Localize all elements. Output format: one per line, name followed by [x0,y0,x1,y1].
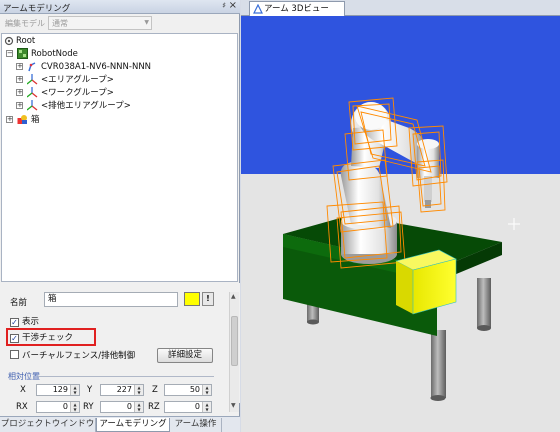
z-label: Z [152,385,158,395]
document-tab-bar: アーム 3Dビュー [241,0,560,16]
tree-item-label: Root [16,36,36,46]
expand-icon[interactable]: + [6,116,13,123]
scroll-down-icon[interactable]: ▼ [231,402,236,409]
y-value: 227 [116,385,132,394]
axes-icon [27,87,38,98]
spinner-icon[interactable]: ▲ ▼ [202,402,211,412]
y-label: Y [87,385,93,395]
section-divider [38,376,214,377]
name-label: 名前 [10,298,28,308]
name-field[interactable]: 箱 [44,292,178,307]
properties-scrollbar[interactable]: ▲ ▼ [229,292,239,412]
rz-label: RZ [148,402,160,412]
ry-value: 0 [126,402,132,411]
chevron-down-icon: ▼ [144,19,149,26]
y-field[interactable]: 227 ▲ ▼ [100,384,144,396]
tree-item-label: RobotNode [31,49,78,59]
spinner-icon[interactable]: ▲ ▼ [202,385,211,395]
rz-field[interactable]: 0 ▲ ▼ [164,401,212,413]
robot-arm-icon [28,62,36,72]
x-label: X [20,385,26,395]
display-checkbox[interactable]: ✓ [10,318,19,327]
tree-item-label: <ワークグループ> [41,88,114,98]
panel-title-bar: アームモデリング ♯ × [0,0,240,14]
viewport-3d[interactable] [241,16,560,432]
rz-value: 0 [194,402,200,411]
spinner-icon[interactable]: ▲ ▼ [134,402,143,412]
virtual-fence-checkbox[interactable] [10,350,19,359]
x-value: 129 [52,385,68,394]
color-swatch[interactable] [184,292,200,306]
tree-item-label: <エリアグループ> [41,75,114,85]
tab-arm-3d-view[interactable]: アーム 3Dビュー [249,1,345,16]
virtual-fence-label: バーチャルフェンス/排他制御 [22,351,136,361]
detail-settings-button[interactable]: 詳細設定 [157,348,213,363]
collapse-icon[interactable]: − [6,50,13,57]
ry-label: RY [83,402,94,412]
expand-icon[interactable]: + [16,63,23,70]
interference-checkbox-row[interactable]: ✓ 干渉チェック [10,332,73,344]
rx-label: RX [16,402,28,412]
z-field[interactable]: 50 ▲ ▼ [164,384,212,396]
edit-model-value: 通常 [52,19,68,28]
x-field[interactable]: 129 ▲ ▼ [36,384,80,396]
scroll-thumb[interactable] [231,316,238,366]
edit-model-label: 編集モデル [5,19,45,28]
tab-arm-operation[interactable]: アーム操作 [170,418,222,432]
interference-label: 干渉チェック [22,333,74,343]
yellow-box [395,249,457,315]
axes-icon [27,100,38,111]
tab-project-window[interactable]: プロジェクトウインドウ [0,418,96,432]
exclamation-button[interactable]: ! [202,292,214,306]
rx-value: 0 [62,402,68,411]
rx-field[interactable]: 0 ▲ ▼ [36,401,80,413]
model-tree[interactable]: Root − RobotNode + CVR038A1-NV6-NNN-NNN … [1,33,238,282]
virtual-fence-checkbox-row[interactable]: バーチャルフェンス/排他制御 [10,350,135,362]
display-label: 表示 [22,317,40,327]
tree-item-label: CVR038A1-NV6-NNN-NNN [41,62,152,72]
bottom-tab-bar: プロジェクトウインドウ アームモデリング アーム操作 [0,416,240,432]
scroll-up-icon[interactable]: ▲ [231,293,236,300]
edit-model-select[interactable]: 通常 ▼ [48,16,152,30]
z-value: 50 [189,385,200,394]
tab-arm-3d-view-label: アーム 3Dビュー [264,4,329,14]
interference-checkbox[interactable]: ✓ [10,334,19,343]
expand-icon[interactable]: + [16,89,23,96]
arm-modeling-panel: アームモデリング ♯ × 編集モデル 通常 ▼ Root − RobotNode… [0,0,240,432]
objects-icon [17,115,27,124]
expand-icon[interactable]: + [16,76,23,83]
axes-icon [27,74,38,85]
close-icon[interactable]: × [229,0,237,11]
expand-icon[interactable]: + [16,102,23,109]
root-icon [4,36,14,46]
robot-node-icon [17,48,28,59]
tab-arm-modeling[interactable]: アームモデリング [96,418,170,432]
spinner-icon[interactable]: ▲ ▼ [70,385,79,395]
spinner-icon[interactable]: ▲ ▼ [134,385,143,395]
tree-item-label: 箱 [31,115,40,125]
view-3d-pane: アーム 3Dビュー [241,0,560,432]
spinner-icon[interactable]: ▲ ▼ [70,402,79,412]
ry-field[interactable]: 0 ▲ ▼ [100,401,144,413]
relative-position-header: 相対位置 [8,372,40,381]
view-3d-icon [253,4,263,14]
display-checkbox-row[interactable]: ✓ 表示 [10,316,39,328]
tree-item-label: <排他エリアグループ> [41,101,131,111]
panel-title: アームモデリング [3,4,71,14]
edit-model-row: 編集モデル 通常 ▼ [0,14,240,32]
pin-icon[interactable]: ♯ [222,1,226,10]
